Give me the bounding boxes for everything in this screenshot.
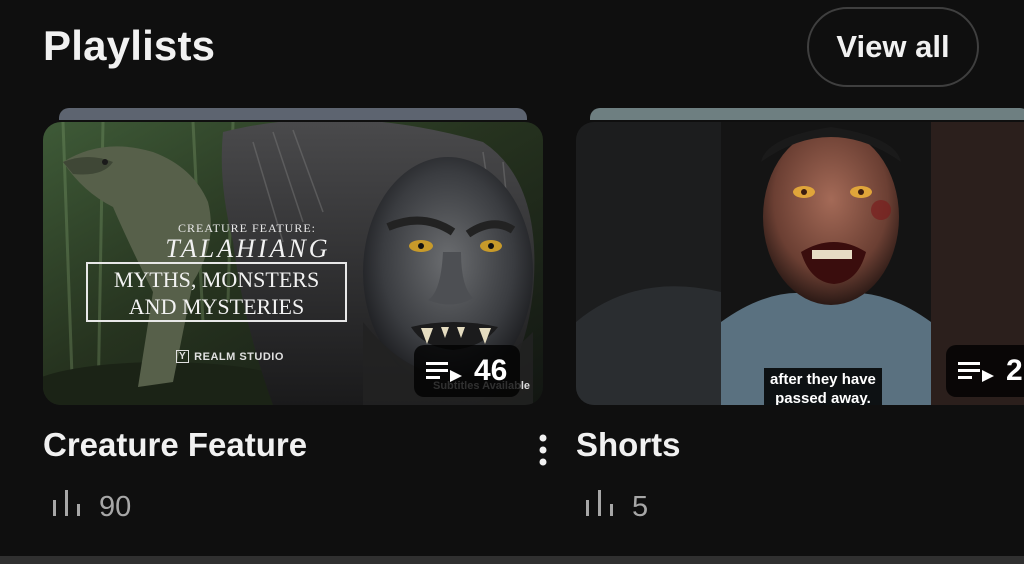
stat-value: 5: [632, 490, 649, 523]
playlist-stack-edge: [59, 108, 527, 120]
view-all-button[interactable]: View all: [807, 7, 979, 87]
playlist-stats: 5: [584, 488, 648, 526]
playlist-thumbnail[interactable]: after they have passed away. 2: [576, 122, 1024, 405]
more-vertical-icon[interactable]: [531, 430, 555, 470]
playlist-queue-icon: [958, 360, 994, 382]
playlist-stack-edge: [590, 108, 1024, 120]
video-count: 2: [1006, 354, 1023, 387]
playlist-title[interactable]: Shorts: [576, 426, 681, 464]
playlist-thumbnail[interactable]: CREATURE FEATURE: TALAHIANG MYTHS, MONST…: [43, 122, 543, 405]
video-count: 46: [474, 354, 508, 387]
bar-stats-icon: [51, 488, 85, 526]
section-title: Playlists: [43, 22, 216, 69]
playlist-stats: 90: [51, 488, 131, 526]
video-count-badge: 46: [414, 345, 520, 397]
section-divider: [0, 556, 1024, 564]
stat-value: 90: [99, 490, 132, 523]
playlist-queue-icon: [426, 360, 462, 382]
section-header: Playlists View all: [0, 0, 1024, 100]
video-count-badge: 2: [946, 345, 1024, 397]
bar-stats-icon: [584, 488, 618, 526]
playlist-title[interactable]: Creature Feature: [43, 426, 307, 464]
